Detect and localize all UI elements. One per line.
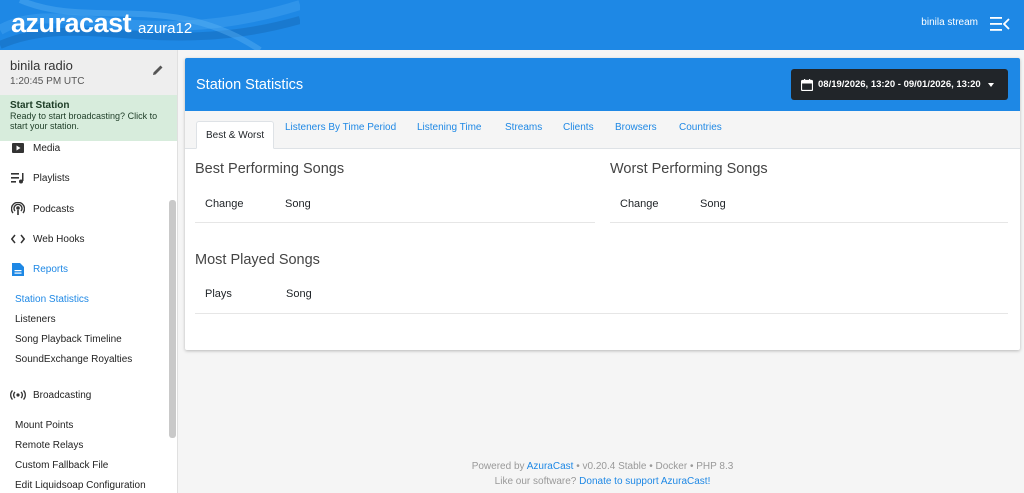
best-performing-title: Best Performing Songs xyxy=(195,161,345,177)
menu-toggle-icon[interactable] xyxy=(990,15,1010,33)
sidebar-subitem-mount-points[interactable]: Mount Points xyxy=(15,420,73,431)
best-song-header: Song xyxy=(285,198,311,210)
sidebar-item-label: Playlists xyxy=(33,172,70,184)
sidebar-item-label: Broadcasting xyxy=(33,389,92,401)
like-prefix: Like our software? xyxy=(494,476,577,487)
sidebar-subitem-station-statistics[interactable]: Station Statistics xyxy=(15,294,89,305)
broadcast-icon xyxy=(10,388,26,402)
most-played-title: Most Played Songs xyxy=(195,252,320,268)
sidebar-item-web-hooks[interactable]: Web Hooks xyxy=(0,228,168,250)
sidebar-item-playlists[interactable]: Playlists xyxy=(0,167,168,189)
calendar-icon xyxy=(801,78,813,91)
best-table-divider xyxy=(195,222,595,223)
plays-header: Plays xyxy=(205,288,232,300)
sidebar-item-label: Media xyxy=(33,142,61,154)
tab-listening-time[interactable]: Listening Time xyxy=(417,122,481,133)
pencil-icon[interactable] xyxy=(151,63,165,77)
caret-down-icon xyxy=(987,82,994,87)
worst-change-header: Change xyxy=(620,198,659,210)
card-header: Station Statistics 08/19/2026, 13:20 - 0… xyxy=(185,58,1020,111)
tab-browsers[interactable]: Browsers xyxy=(615,122,657,133)
azuracast-link[interactable]: AzuraCast xyxy=(527,461,574,472)
date-range-picker[interactable]: 08/19/2026, 13:20 - 09/01/2026, 13:20 xyxy=(791,69,1008,100)
tab-countries[interactable]: Countries xyxy=(679,122,722,133)
most-table-divider xyxy=(195,313,1008,314)
start-station-description: Ready to start broadcasting? Click to st… xyxy=(10,111,158,131)
sidebar-item-label: Podcasts xyxy=(33,203,75,215)
version-info: • v0.20.4 Stable • Docker • PHP 8.3 xyxy=(576,461,734,472)
station-time: 1:20:45 PM UTC xyxy=(10,76,85,87)
start-station-notice[interactable]: Start Station Ready to start broadcastin… xyxy=(0,95,177,141)
sidebar-subitem-soundexchange-royalties[interactable]: SoundExchange Royalties xyxy=(15,354,132,365)
footer-powered-by: Powered by AzuraCast • v0.20.4 Stable • … xyxy=(185,461,1020,472)
podcast-icon xyxy=(10,202,26,216)
powered-by-prefix: Powered by xyxy=(471,461,525,472)
code-icon xyxy=(10,232,26,246)
sidebar-subitem-song-playback-timeline[interactable]: Song Playback Timeline xyxy=(15,334,122,345)
brand-logo[interactable]: azuracast xyxy=(11,8,132,39)
worst-table-divider xyxy=(610,222,1008,223)
station-statistics-card: Station Statistics 08/19/2026, 13:20 - 0… xyxy=(185,58,1020,350)
start-station-title: Start Station xyxy=(10,100,70,111)
page-title: Station Statistics xyxy=(196,77,304,93)
sidebar-subitem-edit-liquidsoap-configuration[interactable]: Edit Liquidsoap Configuration xyxy=(15,480,146,491)
reports-icon xyxy=(10,262,26,276)
date-range-label: 08/19/2026, 13:20 - 09/01/2026, 13:20 xyxy=(818,79,981,90)
top-navbar: azuracast azura12 binila stream xyxy=(0,0,1024,50)
sidebar-subitem-custom-fallback-file[interactable]: Custom Fallback File xyxy=(15,460,108,471)
sidebar-item-media[interactable]: Media xyxy=(0,137,168,159)
media-icon xyxy=(10,141,26,155)
most-song-header: Song xyxy=(286,288,312,300)
station-header: binila radio 1:20:45 PM UTC xyxy=(0,50,177,95)
sidebar: binila radio 1:20:45 PM UTC Start Statio… xyxy=(0,50,178,493)
donate-link[interactable]: Donate to support AzuraCast! xyxy=(579,476,710,487)
sidebar-item-broadcasting[interactable]: Broadcasting xyxy=(0,384,168,406)
sidebar-subitem-remote-relays[interactable]: Remote Relays xyxy=(15,440,83,451)
sidebar-scrollbar[interactable] xyxy=(169,200,176,438)
sidebar-item-podcasts[interactable]: Podcasts xyxy=(0,198,168,220)
station-name: binila radio xyxy=(10,58,73,73)
instance-name: azura12 xyxy=(138,20,193,37)
tab-listeners-by-time-period[interactable]: Listeners By Time Period xyxy=(285,122,396,133)
tab-clients[interactable]: Clients xyxy=(563,122,594,133)
best-change-header: Change xyxy=(205,198,244,210)
playlist-icon xyxy=(10,171,26,185)
worst-song-header: Song xyxy=(700,198,726,210)
tab-best-worst[interactable]: Best & Worst xyxy=(196,121,275,149)
user-menu[interactable]: binila stream xyxy=(921,17,978,28)
tab-streams[interactable]: Streams xyxy=(505,122,542,133)
worst-performing-title: Worst Performing Songs xyxy=(610,161,768,177)
sidebar-subitem-listeners[interactable]: Listeners xyxy=(15,314,56,325)
sidebar-item-label: Web Hooks xyxy=(33,233,85,245)
sidebar-item-reports[interactable]: Reports xyxy=(0,258,168,280)
footer-donate: Like our software? Donate to support Azu… xyxy=(185,476,1020,487)
sidebar-item-label: Reports xyxy=(33,263,69,275)
report-tabs: Best & Worst Listeners By Time Period Li… xyxy=(185,111,1020,149)
